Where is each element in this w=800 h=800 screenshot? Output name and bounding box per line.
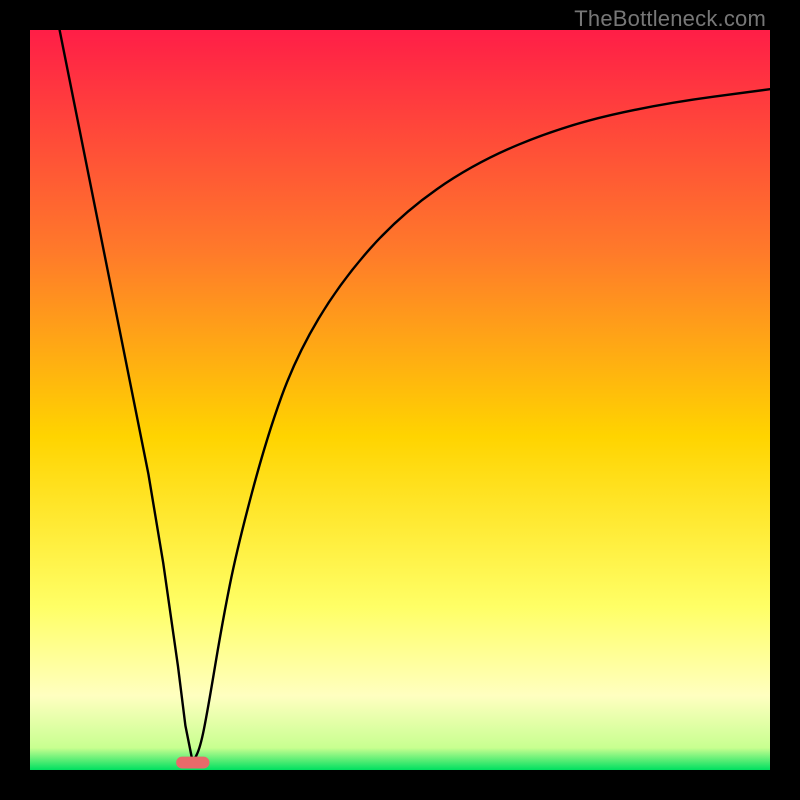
watermark-text: TheBottleneck.com [574,6,766,32]
bottleneck-chart [30,30,770,770]
chart-background [30,30,770,770]
chart-frame [30,30,770,770]
minimum-marker [176,757,209,769]
